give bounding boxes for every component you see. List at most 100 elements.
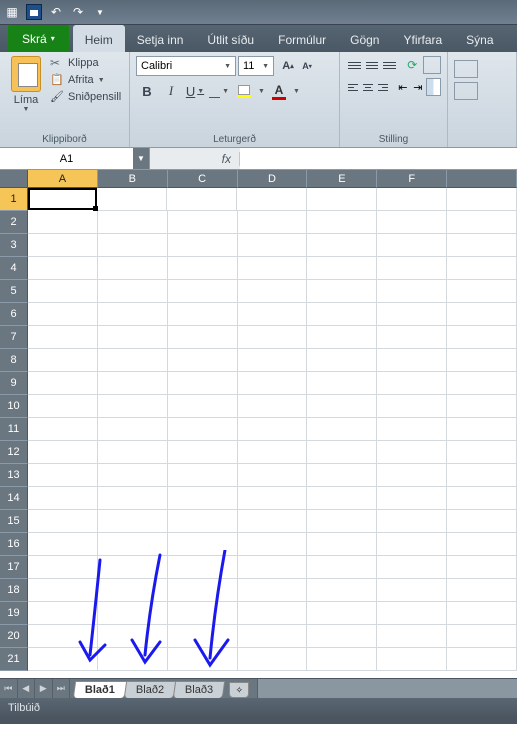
cell[interactable] — [168, 257, 238, 280]
cell[interactable] — [28, 257, 98, 280]
orientation-button[interactable]: ⟳ — [405, 56, 422, 74]
cell[interactable] — [307, 556, 377, 579]
cell[interactable] — [377, 234, 447, 257]
copy-button[interactable]: Afrita ▼ — [50, 73, 121, 87]
cell[interactable] — [98, 303, 168, 326]
cell[interactable] — [307, 188, 377, 211]
row-header-9[interactable]: 9 — [0, 372, 28, 395]
cell[interactable] — [98, 464, 168, 487]
row-header-15[interactable]: 15 — [0, 510, 28, 533]
cell[interactable] — [307, 372, 377, 395]
tab-review[interactable]: Yfirfara — [391, 25, 454, 52]
tab-formulas[interactable]: Formúlur — [266, 25, 338, 52]
cell[interactable] — [447, 257, 517, 280]
cell[interactable] — [168, 510, 238, 533]
italic-button[interactable]: I — [160, 80, 182, 102]
cell[interactable] — [238, 510, 308, 533]
cell[interactable] — [98, 510, 168, 533]
wrap-text-button[interactable] — [423, 56, 441, 74]
cell[interactable] — [28, 464, 98, 487]
cell[interactable] — [98, 602, 168, 625]
cell[interactable] — [98, 349, 168, 372]
redo-icon[interactable]: ↷ — [70, 4, 86, 20]
cell[interactable] — [377, 257, 447, 280]
col-header-B[interactable]: B — [98, 170, 168, 188]
file-tab[interactable]: Skrá ▾ — [8, 25, 69, 52]
cell[interactable] — [447, 349, 517, 372]
cell[interactable] — [307, 625, 377, 648]
tab-data[interactable]: Gögn — [338, 25, 391, 52]
cell[interactable] — [98, 372, 168, 395]
cell[interactable] — [168, 303, 238, 326]
cell[interactable] — [307, 533, 377, 556]
tab-page-layout[interactable]: Útlit síðu — [195, 25, 266, 52]
formula-input[interactable] — [240, 148, 517, 169]
cell[interactable] — [168, 326, 238, 349]
cell[interactable] — [377, 188, 447, 211]
row-header-17[interactable]: 17 — [0, 556, 28, 579]
cut-button[interactable]: Klippa — [50, 56, 121, 70]
cell[interactable] — [28, 234, 98, 257]
sheet-nav-first-icon[interactable]: ⏮ — [0, 679, 18, 698]
shrink-font-button[interactable]: A▾ — [298, 56, 316, 76]
cell[interactable] — [377, 303, 447, 326]
cell[interactable] — [238, 326, 308, 349]
col-header-E[interactable]: E — [307, 170, 377, 188]
cell[interactable] — [238, 349, 308, 372]
cell[interactable] — [238, 464, 308, 487]
cell[interactable] — [447, 303, 517, 326]
save-icon[interactable] — [26, 4, 42, 20]
cell[interactable] — [307, 280, 377, 303]
cell[interactable] — [307, 303, 377, 326]
styles-icon[interactable] — [454, 82, 478, 100]
cell[interactable] — [377, 418, 447, 441]
sheet-nav-prev-icon[interactable]: ◀ — [18, 679, 36, 698]
increase-indent-button[interactable]: ⇥ — [411, 78, 425, 96]
cell[interactable] — [28, 395, 98, 418]
row-header-5[interactable]: 5 — [0, 280, 28, 303]
cell[interactable] — [28, 349, 98, 372]
align-left-button[interactable] — [346, 78, 360, 96]
cell[interactable] — [238, 533, 308, 556]
cell[interactable] — [447, 188, 517, 211]
col-header-C[interactable]: C — [168, 170, 238, 188]
cell[interactable] — [28, 556, 98, 579]
cell[interactable] — [377, 441, 447, 464]
cell[interactable] — [447, 464, 517, 487]
cell[interactable] — [377, 510, 447, 533]
new-sheet-button[interactable]: ✧ — [229, 682, 249, 698]
cell[interactable] — [447, 441, 517, 464]
number-format-icon[interactable] — [454, 60, 478, 78]
cell[interactable] — [168, 280, 238, 303]
cell[interactable] — [447, 579, 517, 602]
horizontal-scrollbar[interactable] — [257, 679, 517, 698]
name-box-dropdown-icon[interactable]: ▼ — [133, 148, 149, 169]
cell[interactable] — [447, 326, 517, 349]
undo-icon[interactable]: ↶ — [48, 4, 64, 20]
cell[interactable] — [307, 487, 377, 510]
cell[interactable] — [447, 510, 517, 533]
cell[interactable] — [377, 372, 447, 395]
cell[interactable] — [377, 464, 447, 487]
row-header-8[interactable]: 8 — [0, 349, 28, 372]
cell[interactable] — [307, 579, 377, 602]
cell[interactable] — [98, 579, 168, 602]
fx-label[interactable]: fx — [150, 152, 240, 166]
cell[interactable] — [238, 372, 308, 395]
sheet-tab-2[interactable]: Blað2 — [124, 681, 177, 698]
cell[interactable] — [447, 487, 517, 510]
bold-button[interactable]: B — [136, 80, 158, 102]
cell[interactable] — [377, 579, 447, 602]
row-header-4[interactable]: 4 — [0, 257, 28, 280]
decrease-indent-button[interactable]: ⇤ — [396, 78, 410, 96]
row-header-2[interactable]: 2 — [0, 211, 28, 234]
border-button[interactable]: ▼ — [208, 80, 230, 102]
cell[interactable] — [28, 280, 98, 303]
row-header-14[interactable]: 14 — [0, 487, 28, 510]
align-center-button[interactable] — [361, 78, 375, 96]
align-bottom-button[interactable] — [381, 56, 398, 74]
cell[interactable] — [238, 648, 308, 671]
cell[interactable] — [168, 441, 238, 464]
cell[interactable] — [98, 487, 168, 510]
cell[interactable] — [98, 625, 168, 648]
